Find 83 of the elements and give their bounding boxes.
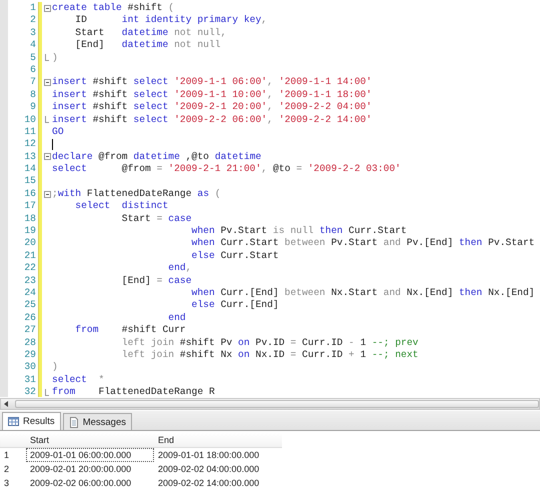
- line-number: 23: [23, 274, 37, 287]
- line-number: 17: [23, 200, 37, 213]
- line-number: 1: [29, 2, 37, 14]
- code-line: select *: [52, 374, 104, 386]
- line-number: 28: [23, 336, 37, 349]
- line-number: 9: [29, 101, 37, 114]
- table-cell[interactable]: 2009-01-01 06:00:00.000: [26, 448, 154, 462]
- code-line: insert #shift select '2009-1-1 10:00', '2009-1-1 18:00': [52, 88, 372, 102]
- line-number: 8: [29, 88, 37, 102]
- row-number[interactable]: 2: [0, 462, 26, 476]
- line-number: 14: [23, 163, 37, 176]
- left-arrow-icon[interactable]: [4, 401, 8, 407]
- code-line: else Curr.[End]: [190, 299, 279, 312]
- code-line: from FlattenedDateRange R: [52, 386, 215, 397]
- line-number: 27: [23, 324, 37, 337]
- collapse-icon[interactable]: [44, 79, 50, 86]
- document-icon: [68, 416, 79, 428]
- code-line: declare @from datetime ,@to datetime: [52, 150, 262, 164]
- line-number: 20: [23, 237, 37, 250]
- code-line: when Curr.Start between Pv.Start and Pv.[End] then Pv.Start: [190, 237, 535, 250]
- results-tab[interactable]: Results: [2, 412, 61, 430]
- code-line: select @from = '2009-2-1 21:00', @to = '2009-2-2 03:00': [52, 163, 401, 176]
- row-number[interactable]: 1: [0, 448, 26, 462]
- code-line: insert #shift select '2009-1-1 06:00', '2009-1-1 14:00': [52, 76, 372, 89]
- code-line: left join #shift Pv on Pv.ID = Curr.ID - 1 --; prev: [120, 336, 418, 349]
- code-line: create table #shift (: [52, 2, 174, 14]
- code-line: ): [52, 52, 58, 64]
- results-tab[interactable]: Messages: [62, 413, 132, 430]
- code-line: Start datetime not null,: [74, 26, 226, 40]
- code-line: ): [52, 361, 58, 374]
- line-number: 31: [23, 374, 37, 386]
- code-line: ;with FlattenedDateRange as (: [52, 188, 221, 200]
- line-number: 15: [23, 175, 37, 188]
- line-number: 22: [23, 262, 37, 275]
- code-line: from #shift Curr: [74, 324, 186, 337]
- code-line: left join #shift Nx on Nx.ID = Curr.ID + 1 --; next: [120, 348, 418, 362]
- code-line: when Curr.[End] between Nx.Start and Nx.[End] then Nx.[End]: [190, 286, 535, 300]
- code-line: when Pv.Start is null then Curr.Start: [190, 225, 407, 238]
- code-line: else Curr.Start: [190, 250, 279, 262]
- fold-end-icon: [45, 116, 49, 124]
- line-number: 4: [29, 39, 37, 52]
- code-line: [End] datetime not null: [74, 39, 221, 52]
- code-line: select distinct: [74, 200, 168, 213]
- fold-end-icon: [45, 54, 49, 62]
- line-number: 21: [23, 250, 37, 262]
- line-number: 26: [23, 312, 37, 324]
- table-cell[interactable]: 2009-02-02 06:00:00.000: [26, 476, 154, 490]
- line-number: 7: [29, 76, 37, 89]
- line-number: 19: [23, 225, 37, 238]
- code-line: GO: [52, 126, 64, 138]
- line-number: 10: [23, 114, 37, 126]
- line-number: 25: [23, 299, 37, 312]
- line-number: 3: [29, 26, 37, 40]
- code-line: Start = case: [120, 212, 192, 226]
- line-number: 29: [23, 348, 37, 362]
- line-number: 5: [29, 52, 37, 64]
- line-number: 24: [23, 286, 37, 300]
- code-line: end,: [167, 262, 192, 275]
- row-number[interactable]: 3: [0, 476, 26, 490]
- table-cell[interactable]: 2009-01-01 18:00:00.000: [154, 448, 282, 462]
- collapse-icon[interactable]: [44, 153, 50, 160]
- table-cell[interactable]: 2009-02-02 04:00:00.000: [154, 462, 282, 476]
- line-number: 6: [29, 64, 37, 76]
- line-number: 32: [23, 386, 37, 397]
- line-number: 18: [23, 212, 37, 226]
- horizontal-scrollbar[interactable]: [0, 398, 540, 410]
- code-line: insert #shift select '2009-2-2 06:00', '2009-2-2 14:00': [52, 114, 372, 126]
- line-number: 2: [29, 14, 37, 27]
- code-line: [End] = case: [120, 274, 192, 287]
- collapse-icon[interactable]: [44, 190, 50, 198]
- line-number: 30: [23, 361, 37, 374]
- table-cell[interactable]: 2009-02-01 20:00:00.000: [26, 462, 154, 476]
- code-line: end: [167, 312, 186, 324]
- grid-icon: [8, 417, 19, 426]
- line-number: 12: [23, 138, 37, 151]
- code-line: insert #shift select '2009-2-1 20:00', '2009-2-2 04:00': [52, 101, 372, 114]
- collapse-icon[interactable]: [44, 4, 50, 12]
- line-number: 13: [23, 150, 37, 164]
- code-line: ID int identity primary key,: [74, 14, 268, 27]
- fold-end-icon: [45, 388, 49, 396]
- table-cell[interactable]: 2009-02-02 14:00:00.000: [154, 476, 282, 490]
- line-number: 11: [23, 126, 37, 138]
- line-number: 16: [23, 188, 37, 200]
